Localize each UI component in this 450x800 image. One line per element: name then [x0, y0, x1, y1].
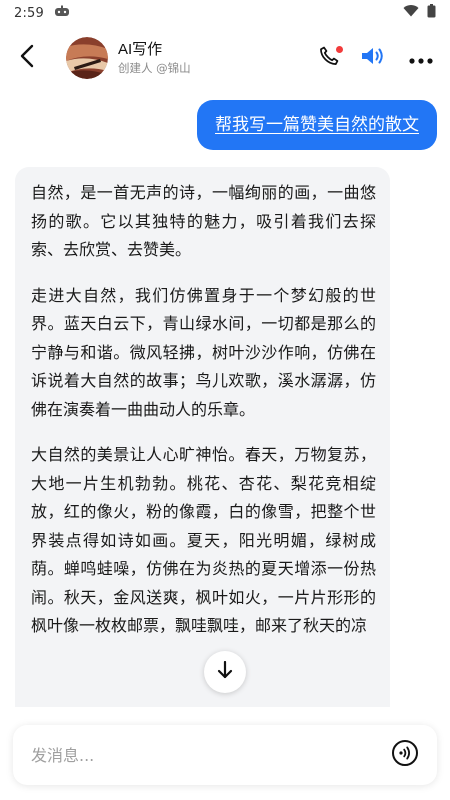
bot-paragraph: 大自然的美景让人心旷神怡。春天，万物复苏，大地一片生机勃勃。桃花、杏花、梨花竞相… — [31, 445, 376, 635]
header-actions — [312, 38, 438, 78]
phone-button[interactable] — [312, 38, 346, 78]
title-block: AI写作 创建人 @锦山 — [118, 40, 191, 76]
voice-icon — [391, 739, 419, 771]
bot-message-bubble[interactable]: 自然，是一首无声的诗，一幅绚丽的画，一曲悠扬的歌。它以其独特的魅力，吸引着我们去… — [15, 167, 390, 707]
battery-icon — [427, 4, 436, 22]
bot-paragraph: 自然，是一首无声的诗，一幅绚丽的画，一曲悠扬的歌。它以其独特的魅力，吸引着我们去… — [31, 183, 376, 259]
bot-paragraph: 走进大自然，我们仿佛置身于一个梦幻般的世界。蓝天白云下，青山绿水间，一切都是那么… — [31, 285, 376, 419]
back-arrow-icon — [20, 44, 34, 72]
chat-area[interactable]: 帮我写一篇赞美自然的散文 自然，是一首无声的诗，一幅绚丽的画，一曲悠扬的歌。它以… — [0, 90, 450, 707]
chat-header: AI写作 创建人 @锦山 — [0, 26, 450, 90]
more-button[interactable] — [404, 38, 438, 78]
chat-screen: 2:59 AI写作 创建人 @锦山 帮我写一篇赞美自然的散文 自然，是一首无声的… — [0, 0, 450, 800]
bot-creator: 创建人 @锦山 — [118, 61, 191, 75]
more-icon — [409, 49, 433, 68]
speaker-icon — [360, 45, 386, 71]
notification-dot — [336, 46, 343, 53]
wifi-icon — [403, 5, 419, 21]
avatar[interactable] — [66, 37, 108, 79]
arrow-down-icon — [217, 660, 233, 683]
gamepad-icon — [54, 5, 70, 21]
status-time: 2:59 — [14, 5, 44, 21]
user-message-bubble[interactable]: 帮我写一篇赞美自然的散文 — [197, 100, 437, 150]
voice-button[interactable] — [387, 737, 423, 773]
back-button[interactable] — [12, 38, 42, 78]
message-input[interactable] — [29, 734, 387, 776]
message-input-box[interactable] — [13, 725, 437, 785]
status-right-icons — [403, 4, 436, 22]
speaker-button[interactable] — [356, 38, 390, 78]
scroll-to-bottom-button[interactable] — [204, 651, 246, 693]
status-bar: 2:59 — [0, 0, 450, 26]
input-area — [0, 707, 450, 800]
bot-name: AI写作 — [118, 41, 163, 58]
